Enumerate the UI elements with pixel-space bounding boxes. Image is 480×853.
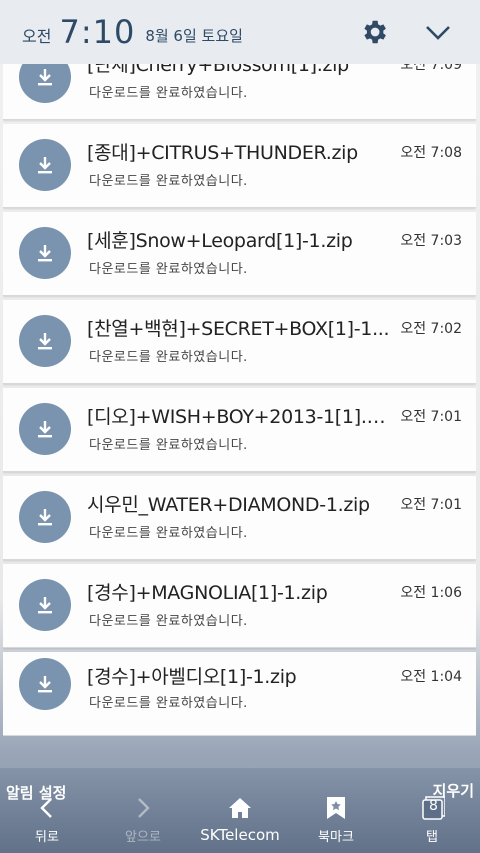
notification-item[interactable]: [경수]+MAGNOLIA[1]-1.zip 오전 1:06 다운로드를 완료하… xyxy=(3,564,476,648)
notification-list[interactable]: [단체]Cherry+Blossom[1].zip 오전 7:09 다운로드를 … xyxy=(3,64,476,736)
gear-icon[interactable] xyxy=(356,14,392,50)
notification-time: 오전 7:01 xyxy=(400,497,462,513)
home-icon xyxy=(210,796,270,820)
notification-title: [종대]+CITRUS+THUNDER.zip xyxy=(87,142,358,164)
bookmark-icon xyxy=(306,796,366,820)
notification-title: [세훈]Snow+Leopard[1]-1.zip xyxy=(87,230,353,252)
notification-subtitle: 다운로드를 완료하였습니다. xyxy=(89,86,248,101)
notification-title: [찬열+백현]+SECRET+BOX[1]-1... xyxy=(87,318,390,340)
notification-time: 오전 7:08 xyxy=(400,145,462,161)
notification-subtitle: 다운로드를 완료하였습니다. xyxy=(89,262,248,277)
notification-item[interactable]: [종대]+CITRUS+THUNDER.zip 오전 7:08 다운로드를 완료… xyxy=(3,124,476,208)
notification-title: 시우민_WATER+DIAMOND-1.zip xyxy=(87,494,370,516)
chevron-down-icon[interactable] xyxy=(420,14,456,50)
clock-time: 7:10 xyxy=(59,13,136,51)
notification-settings-button[interactable]: 알림 설정 xyxy=(6,782,66,803)
carrier-label: SKTelecom xyxy=(200,826,280,844)
notification-time: 오전 1:04 xyxy=(400,669,462,685)
notification-time: 오전 7:02 xyxy=(400,321,462,337)
notification-title: [단체]Cherry+Blossom[1].zip xyxy=(87,64,349,76)
notification-item[interactable]: [경수]+아벨디오[1]-1.zip 오전 1:04 다운로드를 완료하였습니다… xyxy=(3,652,476,736)
download-icon xyxy=(19,579,71,631)
notification-item[interactable]: [디오]+WISH+BOY+2013-1[1].zip 오전 7:01 다운로드… xyxy=(3,388,476,472)
notification-subtitle: 다운로드를 완료하였습니다. xyxy=(89,526,248,541)
notification-subtitle: 다운로드를 완료하였습니다. xyxy=(89,614,248,629)
clear-all-button[interactable]: 지우기 xyxy=(433,780,474,801)
download-icon xyxy=(19,491,71,543)
notification-title: [경수]+MAGNOLIA[1]-1.zip xyxy=(87,582,328,604)
notification-item[interactable]: [찬열+백현]+SECRET+BOX[1]-1... 오전 7:02 다운로드를… xyxy=(3,300,476,384)
notification-time: 오전 7:01 xyxy=(400,409,462,425)
clock-ampm: 오전 xyxy=(22,27,52,46)
download-icon xyxy=(19,403,71,455)
chevron-right-icon xyxy=(113,796,173,820)
notification-subtitle: 다운로드를 완료하였습니다. xyxy=(89,438,248,453)
download-icon xyxy=(19,64,71,103)
notification-item[interactable]: 시우민_WATER+DIAMOND-1.zip 오전 7:01 다운로드를 완료… xyxy=(3,476,476,560)
notification-subtitle: 다운로드를 완료하였습니다. xyxy=(89,174,248,189)
download-icon xyxy=(19,658,71,710)
notification-time: 오전 1:06 xyxy=(400,585,462,601)
download-icon xyxy=(19,139,71,191)
notification-time: 오전 7:09 xyxy=(400,64,462,73)
notification-title: [경수]+아벨디오[1]-1.zip xyxy=(87,666,297,688)
date-label: 8월 6일 토요일 xyxy=(145,26,243,45)
notification-title: [디오]+WISH+BOY+2013-1[1].zip xyxy=(87,406,392,428)
notification-item[interactable]: [단체]Cherry+Blossom[1].zip 오전 7:09 다운로드를 … xyxy=(3,64,476,120)
notification-item[interactable]: [세훈]Snow+Leopard[1]-1.zip 오전 7:03 다운로드를 … xyxy=(3,212,476,296)
browser-home-button[interactable] xyxy=(210,796,270,820)
notification-subtitle: 다운로드를 완료하였습니다. xyxy=(89,350,248,365)
notification-header: 오전 7:10 8월 6일 토요일 xyxy=(0,0,480,64)
download-icon xyxy=(19,315,71,367)
notification-time: 오전 7:03 xyxy=(400,233,462,249)
notification-subtitle: 다운로드를 완료하였습니다. xyxy=(89,696,248,711)
download-icon xyxy=(19,227,71,279)
